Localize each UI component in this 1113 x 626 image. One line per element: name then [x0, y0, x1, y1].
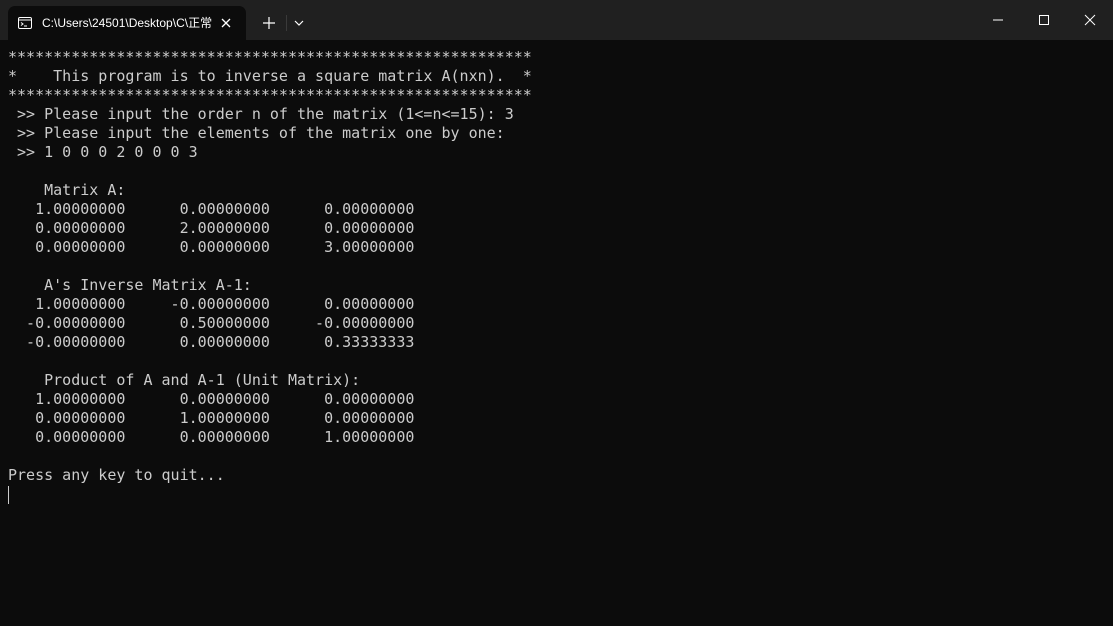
terminal-line: 0.00000000 2.00000000 0.00000000	[8, 219, 415, 237]
terminal-line: 1.00000000 0.00000000 0.00000000	[8, 200, 415, 218]
terminal-line: 1.00000000 -0.00000000 0.00000000	[8, 295, 415, 313]
terminal-line: * This program is to inverse a square ma…	[8, 67, 532, 85]
terminal-line: >> Please input the elements of the matr…	[8, 124, 505, 142]
terminal-line: >> Please input the order n of the matri…	[8, 105, 514, 123]
tab-title: C:\Users\24501\Desktop\C\正常	[42, 16, 213, 30]
terminal-output[interactable]: ****************************************…	[8, 48, 1108, 618]
maximize-icon	[1039, 15, 1049, 25]
terminal-line: >> 1 0 0 0 2 0 0 0 3	[8, 143, 198, 161]
terminal-line: -0.00000000 0.00000000 0.33333333	[8, 333, 415, 351]
title-bar: C:\Users\24501\Desktop\C\正常	[0, 0, 1113, 40]
terminal-line: ****************************************…	[8, 86, 532, 104]
chevron-down-icon[interactable]	[290, 14, 308, 32]
terminal-line: -0.00000000 0.50000000 -0.00000000	[8, 314, 415, 332]
maximize-button[interactable]	[1021, 0, 1067, 40]
terminal-line: A's Inverse Matrix A-1:	[8, 276, 252, 294]
terminal-line: 1.00000000 0.00000000 0.00000000	[8, 390, 415, 408]
close-window-icon	[1084, 14, 1096, 26]
terminal-icon	[18, 17, 32, 29]
terminal-line: 0.00000000 0.00000000 1.00000000	[8, 428, 415, 446]
terminal-window: C:\Users\24501\Desktop\C\正常 ************…	[0, 0, 1113, 626]
terminal-line: 0.00000000 1.00000000 0.00000000	[8, 409, 415, 427]
terminal-line: Matrix A:	[8, 181, 126, 199]
close-window-button[interactable]	[1067, 0, 1113, 40]
tab-divider	[286, 15, 287, 31]
minimize-icon	[993, 19, 1003, 21]
close-icon[interactable]	[218, 15, 234, 31]
terminal-line: Press any key to quit...	[8, 466, 225, 484]
terminal-line: 0.00000000 0.00000000 3.00000000	[8, 238, 415, 256]
text-cursor	[8, 486, 9, 504]
minimize-button[interactable]	[975, 0, 1021, 40]
terminal-line: ****************************************…	[8, 48, 532, 66]
tab-terminal[interactable]: C:\Users\24501\Desktop\C\正常	[8, 6, 246, 40]
terminal-line: Product of A and A-1 (Unit Matrix):	[8, 371, 361, 389]
plus-icon[interactable]	[258, 12, 280, 34]
